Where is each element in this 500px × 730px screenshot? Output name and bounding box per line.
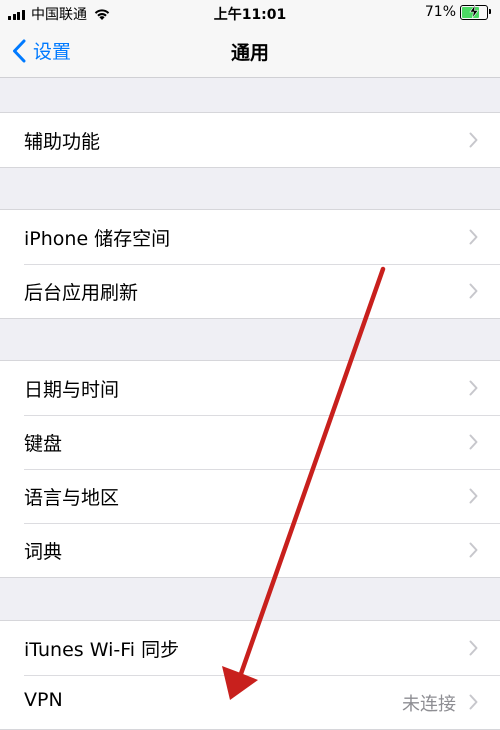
battery-cap [489,9,491,14]
row-label: 语言与地区 [24,487,120,509]
row-label: 后台应用刷新 [24,282,139,304]
row-label: 日期与时间 [24,379,120,401]
chevron-right-icon [469,542,478,558]
row-label: 词典 [24,541,63,563]
vpn-status-value: 未连接 [402,694,456,715]
chevron-right-icon [469,380,478,396]
row-background-app-refresh[interactable]: 后台应用刷新 [0,264,500,318]
chevron-right-icon [469,132,478,148]
chevron-right-icon [469,694,478,710]
row-iphone-storage[interactable]: iPhone 储存空间 [0,210,500,264]
row-label: iTunes Wi-Fi 同步 [24,639,180,661]
battery-icon [460,4,491,20]
row-label: 辅助功能 [24,131,101,153]
chevron-right-icon [469,488,478,504]
settings-group-accessibility: 辅助功能 [0,112,500,168]
row-language-region[interactable]: 语言与地区 [0,469,500,523]
chevron-right-icon [469,434,478,450]
status-right: 71% [424,4,491,20]
row-itunes-wifi-sync[interactable]: iTunes Wi-Fi 同步 [0,621,500,675]
row-accessibility[interactable]: 辅助功能 [0,113,500,167]
page-title: 通用 [230,42,269,64]
row-label: VPN [24,689,63,711]
settings-group-sync-vpn: iTunes Wi-Fi 同步 VPN 未连接 [0,620,500,730]
chevron-right-icon [469,640,478,656]
row-vpn[interactable]: VPN 未连接 [0,675,500,729]
row-label: iPhone 储存空间 [24,228,171,250]
annotation-arrow [222,266,386,700]
row-date-time[interactable]: 日期与时间 [0,361,500,415]
chevron-right-icon [469,229,478,245]
settings-group-language: 日期与时间 键盘 语言与地区 词典 [0,360,500,578]
status-bar: 中国联通 上午11:01 71% [0,0,500,26]
bolt-icon [469,4,479,18]
row-label: 键盘 [24,433,63,455]
navigation-bar: 设置 通用 [0,26,500,78]
chevron-right-icon [469,283,478,299]
settings-group-storage: iPhone 储存空间 后台应用刷新 [0,209,500,319]
row-keyboard[interactable]: 键盘 [0,415,500,469]
battery-percent: 71% [424,4,456,20]
row-dictionary[interactable]: 词典 [0,523,500,577]
